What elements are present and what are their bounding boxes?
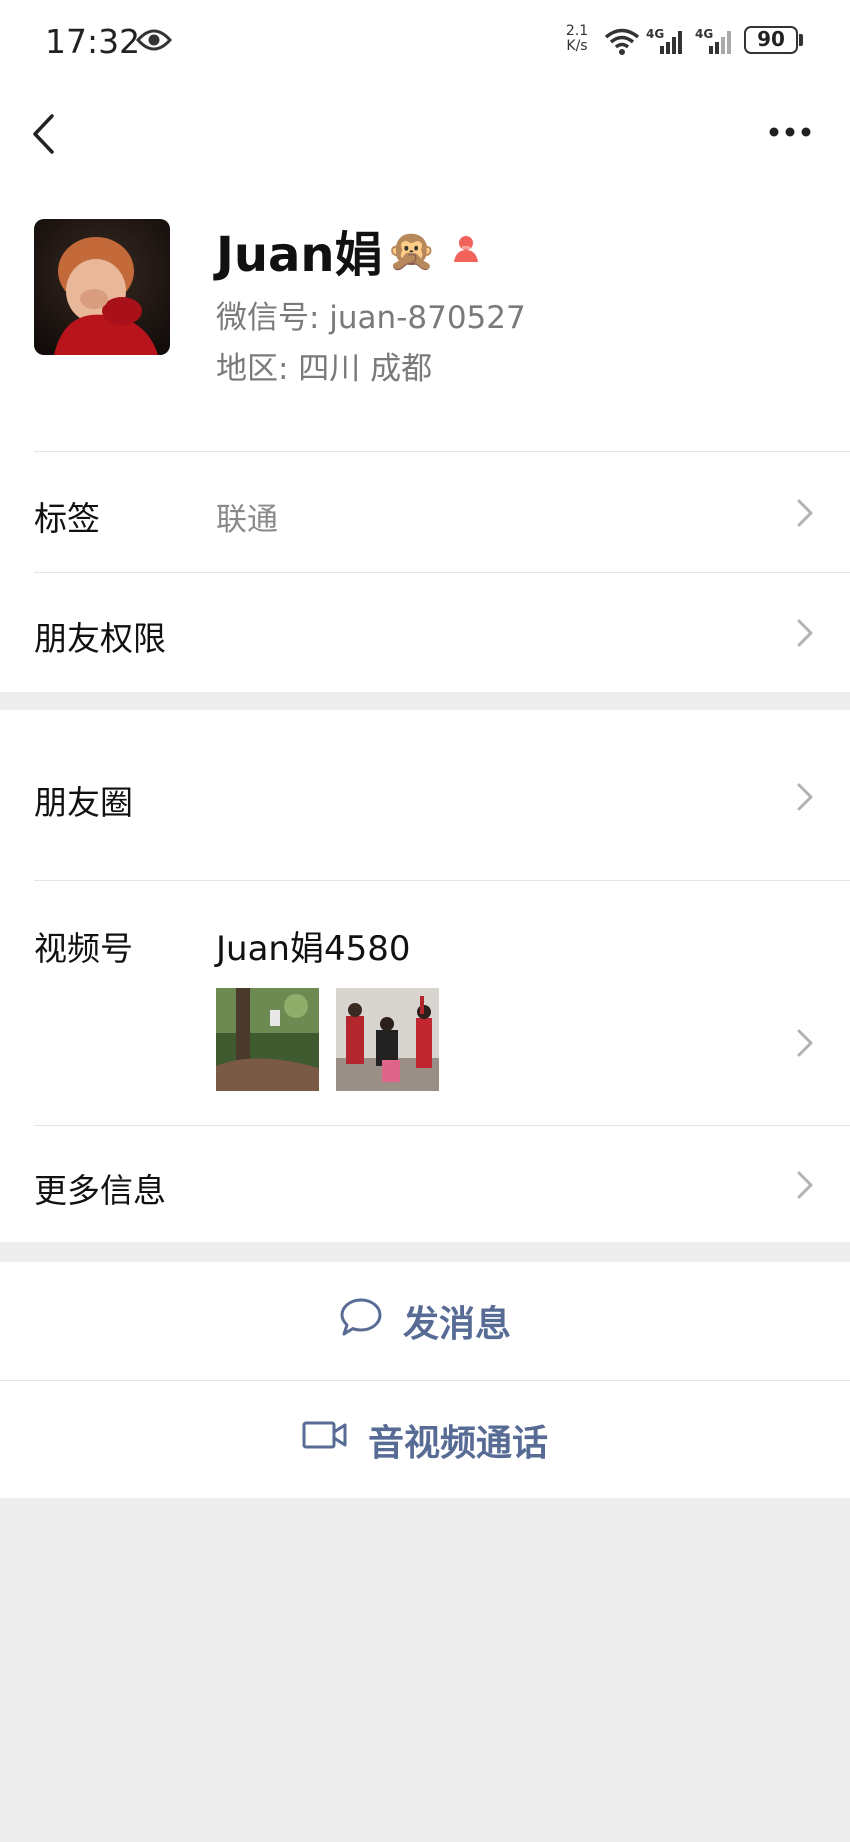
speed-unit: K/s <box>566 38 588 54</box>
avatar[interactable] <box>34 219 170 355</box>
signal1-label: 4G <box>646 27 664 41</box>
signal2-label: 4G <box>695 27 713 41</box>
tags-label: 标签 <box>34 499 100 538</box>
region: 地区: 四川 成都 <box>216 351 433 387</box>
more-options-icon[interactable] <box>768 124 812 143</box>
send-message-button[interactable]: 发消息 <box>0 1262 850 1380</box>
more-info-label: 更多信息 <box>34 1171 166 1210</box>
chevron-right-icon <box>790 782 820 812</box>
wifi-icon <box>603 28 641 60</box>
chevron-right-icon <box>790 1170 820 1200</box>
battery-indicator: 90 <box>744 26 798 54</box>
profile-name: Juan娟 <box>216 227 383 283</box>
status-time: 17:32 <box>45 22 141 61</box>
network-speed: 2.1 K/s <box>562 24 592 54</box>
video-call-button[interactable]: 音视频通话 <box>0 1381 850 1498</box>
channel-thumbnail[interactable] <box>216 988 319 1091</box>
cellular-signal-icon-2: 4G <box>695 26 737 60</box>
back-icon[interactable] <box>30 112 56 160</box>
tags-value: 联通 <box>216 502 278 538</box>
video-call-label: 音视频通话 <box>367 1422 548 1464</box>
channels-label: 视频号 <box>34 929 133 968</box>
eye-icon <box>135 28 173 56</box>
chevron-right-icon <box>790 1028 820 1058</box>
moments-label: 朋友圈 <box>34 783 133 822</box>
chat-bubble-icon <box>339 1297 383 1346</box>
video-camera-icon <box>302 1419 348 1460</box>
channels-name: Juan娟4580 <box>216 929 411 969</box>
friend-permissions-label: 朋友权限 <box>34 619 166 658</box>
send-message-label: 发消息 <box>402 1304 511 1345</box>
channel-thumbnail[interactable] <box>336 988 439 1091</box>
chevron-right-icon <box>790 618 820 648</box>
wechat-id: 微信号: juan-870527 <box>216 300 526 336</box>
battery-nub <box>799 34 803 46</box>
speed-value: 2.1 <box>565 23 589 39</box>
chevron-right-icon <box>790 498 820 528</box>
monkey-emoji: 🙊 <box>386 227 437 274</box>
cellular-signal-icon: 4G <box>646 26 688 60</box>
profile-name-row: Juan娟 🙊 <box>216 220 482 283</box>
tags-row[interactable] <box>0 452 850 572</box>
female-gender-icon <box>450 232 482 268</box>
